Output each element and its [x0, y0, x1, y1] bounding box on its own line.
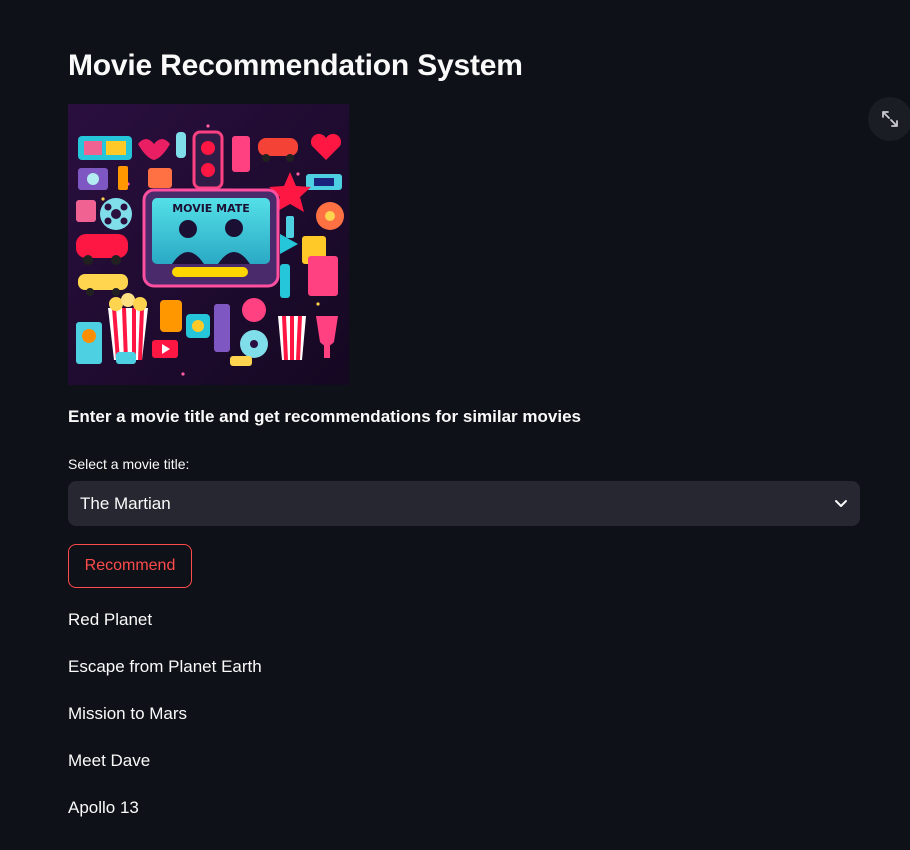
- selected-movie-value: The Martian: [80, 493, 171, 513]
- expand-icon: [882, 111, 898, 127]
- movie-mate-poster: MOVIE MATE: [68, 104, 349, 385]
- poster-title: MOVIE MATE: [172, 202, 250, 215]
- list-item: Red Planet: [68, 610, 153, 629]
- list-item: Apollo 13: [68, 798, 139, 817]
- list-item: Mission to Mars: [68, 704, 188, 723]
- page-title: Movie Recommendation System: [68, 49, 523, 82]
- subtitle: Enter a movie title and get recommendati…: [68, 407, 581, 426]
- list-item: Escape from Planet Earth: [68, 657, 262, 676]
- recommend-button[interactable]: Recommend: [68, 544, 192, 588]
- movie-select[interactable]: The Martian: [68, 481, 860, 526]
- list-item: Meet Dave: [68, 751, 151, 770]
- recommendation-list: Red Planet Escape from Planet Earth Miss…: [68, 608, 262, 843]
- app-page: Movie Recommendation System MOVIE MATE E…: [0, 0, 910, 850]
- select-label: Select a movie title:: [68, 456, 190, 472]
- fullscreen-button[interactable]: [868, 97, 910, 141]
- chevron-down-icon: [835, 499, 847, 507]
